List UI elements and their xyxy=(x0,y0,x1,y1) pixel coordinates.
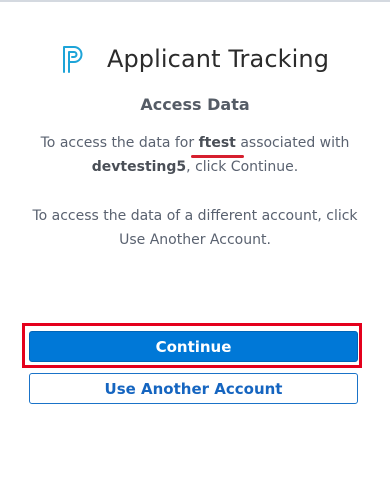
account-name: ftest xyxy=(198,135,236,151)
use-another-account-button[interactable]: Use Another Account xyxy=(29,373,358,404)
continue-button[interactable]: Continue xyxy=(29,331,358,362)
instructions-prefix: To access the data for xyxy=(40,135,199,151)
user-name: devtesting5 xyxy=(91,159,187,175)
annotation-underline xyxy=(190,155,244,158)
powerschool-p-logo-icon xyxy=(62,46,83,73)
instructions-suffix: , click Continue. xyxy=(186,159,299,175)
account-name-highlight: ftest xyxy=(190,131,244,158)
instructions-middle: associated with xyxy=(235,135,350,151)
alternate-account-instructions: To access the data of a different accoun… xyxy=(32,208,358,248)
app-title: Applicant Tracking xyxy=(106,45,330,73)
access-instructions: To access the data for ftest associated … xyxy=(20,131,370,179)
page-heading: Access Data xyxy=(140,95,250,114)
top-divider xyxy=(0,0,390,2)
app-header: Applicant Tracking xyxy=(0,40,390,78)
